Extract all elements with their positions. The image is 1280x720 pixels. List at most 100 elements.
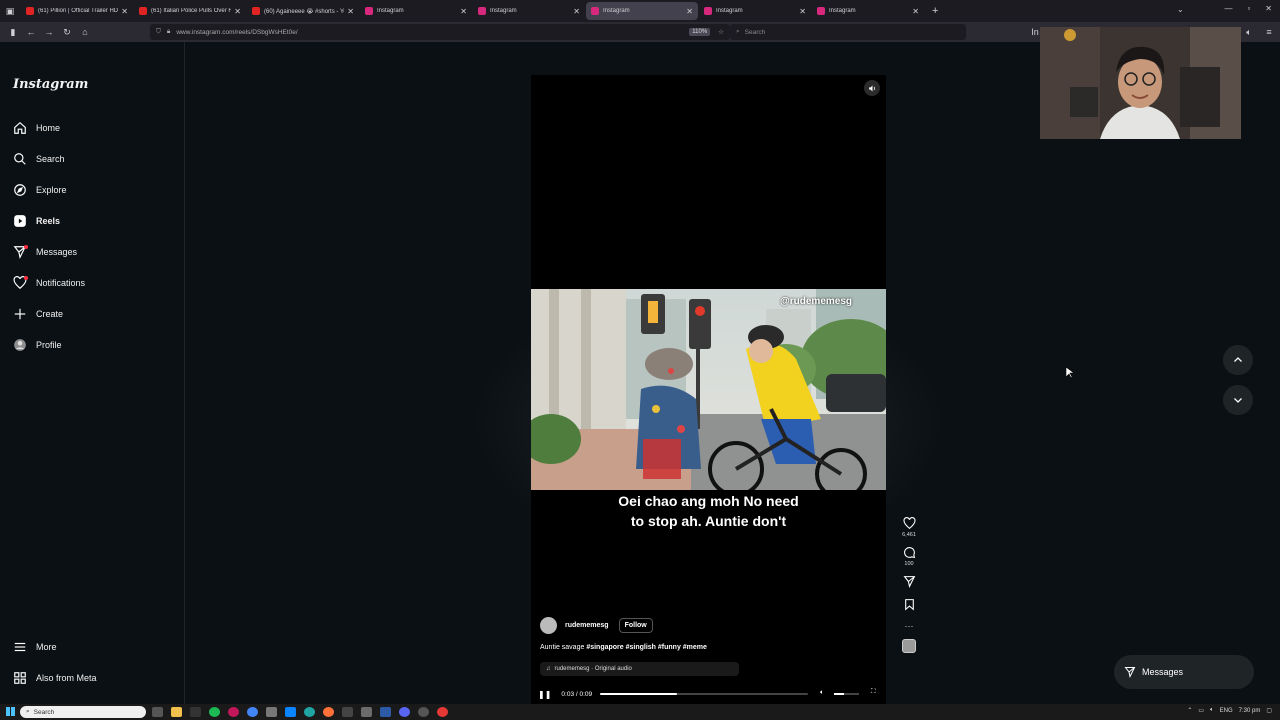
windows-start-icon[interactable]	[6, 707, 15, 716]
next-reel-button[interactable]	[1223, 385, 1253, 415]
volume-icon[interactable]: 🔈︎	[820, 689, 824, 697]
save-button[interactable]	[897, 598, 921, 613]
minimize-icon[interactable]: —	[1224, 4, 1232, 13]
taskbar-search-input[interactable]: ⌕ Search	[20, 706, 146, 718]
bookmark-star-icon[interactable]: ☆	[718, 28, 724, 36]
sidebar-toggle-icon[interactable]: ▮	[4, 27, 22, 38]
reel-video[interactable]: @rudememesg Oei chao ang moh No need to …	[531, 75, 886, 704]
url-text[interactable]: www.instagram.com/reels/DSbgWsHEt0e/	[176, 29, 689, 36]
sidebar-item-search[interactable]: Search	[12, 149, 65, 169]
clock[interactable]: 7:30 pm	[1239, 708, 1261, 714]
video-watermark: @rudememesg	[780, 296, 852, 307]
app-icon[interactable]	[190, 707, 201, 717]
close-tab-icon[interactable]: ✕	[234, 7, 241, 16]
close-tab-icon[interactable]: ✕	[686, 7, 693, 16]
browser-tab[interactable]: Instagram ✕	[586, 2, 698, 20]
progress-bar[interactable]	[600, 693, 808, 695]
volume-fill	[834, 693, 844, 695]
sidebar-item-more[interactable]: More	[12, 637, 57, 657]
browser-tab[interactable]: Instagram ✕	[473, 2, 585, 20]
sidebar-item-messages[interactable]: Messages	[12, 242, 77, 262]
audio-thumbnail[interactable]	[897, 639, 921, 653]
tab-title: (61) Italian Police Pulls Over Fe	[151, 8, 232, 14]
language-indicator[interactable]: ENG	[1220, 708, 1233, 714]
list-tabs-icon[interactable]: ⌄	[1177, 5, 1184, 14]
app-icon[interactable]	[380, 707, 391, 717]
volume-slider[interactable]	[834, 693, 859, 695]
browser-search-input[interactable]: ⌕ Search	[730, 24, 966, 40]
chrome-icon[interactable]	[247, 707, 258, 717]
maximize-icon[interactable]: ▫	[1247, 4, 1250, 13]
browser-tab[interactable]: (61) Italian Police Pulls Over Fe ✕	[134, 2, 246, 20]
sidebar-item-also-from-meta[interactable]: Also from Meta	[12, 668, 97, 688]
app-icon[interactable]	[361, 707, 372, 717]
volume-icon[interactable]: 🔈︎	[1210, 707, 1214, 714]
pause-icon[interactable]: ❚❚	[538, 690, 551, 699]
browser-tab[interactable]: (61) Pillion | Official Trailer HD | ✕	[21, 2, 133, 20]
instagram-logo[interactable]: Instagram	[13, 77, 88, 92]
cyclist-scene-image	[531, 289, 886, 490]
sidebar-item-home[interactable]: Home	[12, 118, 60, 138]
messages-button-label: Messages	[1142, 667, 1184, 677]
browser-tab[interactable]: Instagram ✕	[699, 2, 811, 20]
app-icon[interactable]	[437, 707, 448, 717]
spotify-icon[interactable]	[209, 707, 220, 717]
app-icon[interactable]	[418, 707, 429, 717]
plus-icon	[12, 306, 28, 322]
share-button[interactable]	[897, 575, 921, 590]
close-tab-icon[interactable]: ✕	[799, 7, 806, 16]
close-tab-icon[interactable]: ✕	[347, 7, 354, 16]
shield-icon[interactable]: ⛉	[156, 28, 161, 36]
chevron-up-icon[interactable]: ⌃	[1187, 707, 1192, 714]
reel-hashtags[interactable]: #singapore #singlish #funny #meme	[586, 644, 707, 651]
close-tab-icon[interactable]: ✕	[460, 7, 467, 16]
close-tab-icon[interactable]: ✕	[121, 7, 128, 16]
zoom-badge[interactable]: 110%	[689, 28, 711, 36]
sidebar-item-create[interactable]: Create	[12, 304, 63, 324]
reload-icon[interactable]: ↻	[58, 27, 76, 38]
discord-icon[interactable]	[399, 707, 410, 717]
sidebar-item-explore[interactable]: Explore	[12, 180, 67, 200]
url-bar[interactable]: ⛉ 🔒︎ www.instagram.com/reels/DSbgWsHEt0e…	[150, 24, 730, 40]
task-view-icon[interactable]	[152, 707, 163, 717]
file-explorer-icon[interactable]	[171, 707, 182, 717]
tab-title: Instagram	[829, 8, 856, 14]
back-icon[interactable]: ←	[22, 27, 40, 37]
app-icon[interactable]	[342, 707, 353, 717]
new-tab-button[interactable]: +	[932, 5, 938, 17]
like-button[interactable]: 6,461	[897, 517, 921, 538]
firefox-view-icon[interactable]: ▣	[0, 6, 20, 17]
reel-username[interactable]: rudememesg	[565, 622, 609, 629]
reel-audio[interactable]: ♫ rudememesg · Original audio	[540, 662, 739, 676]
close-tab-icon[interactable]: ✕	[573, 7, 580, 16]
fullscreen-icon[interactable]: ⛶	[871, 688, 876, 696]
app-icon[interactable]	[228, 707, 239, 717]
tab-title: (60) Againeeee 😭 #shorts - Yo	[264, 8, 345, 15]
app-icon[interactable]	[266, 707, 277, 717]
comment-button[interactable]: 100	[897, 546, 921, 567]
sidebar-item-profile[interactable]: Profile	[12, 335, 62, 355]
forward-icon[interactable]: →	[40, 27, 58, 37]
close-tab-icon[interactable]: ✕	[912, 7, 919, 16]
speaker-ext-icon[interactable]: 🔈︎	[1240, 27, 1258, 38]
notification-dot	[24, 276, 28, 280]
follow-button[interactable]: Follow	[618, 618, 653, 633]
sidebar-item-reels[interactable]: Reels	[12, 211, 60, 231]
browser-tab[interactable]: (60) Againeeee 😭 #shorts - Yo ✕	[247, 2, 359, 20]
browser-tab[interactable]: Instagram ✕	[812, 2, 924, 20]
close-window-icon[interactable]: ✕	[1265, 4, 1272, 13]
home-browser-icon[interactable]: ⌂	[76, 27, 94, 37]
mute-button[interactable]	[864, 80, 880, 96]
messages-button[interactable]: Messages	[1114, 655, 1254, 689]
network-icon[interactable]: ▭	[1198, 707, 1204, 714]
notification-center-icon[interactable]: ▢	[1266, 707, 1272, 714]
more-options-button[interactable]: ···	[897, 621, 921, 631]
menu-icon[interactable]: ≡	[1260, 27, 1278, 37]
previous-reel-button[interactable]	[1223, 345, 1253, 375]
sidebar-item-notifications[interactable]: Notifications	[12, 273, 85, 293]
browser-tab[interactable]: Instagram ✕	[360, 2, 472, 20]
edge-icon[interactable]	[304, 707, 315, 717]
firefox-icon[interactable]	[323, 707, 334, 717]
avatar[interactable]	[540, 617, 557, 634]
app-icon[interactable]	[285, 707, 296, 717]
